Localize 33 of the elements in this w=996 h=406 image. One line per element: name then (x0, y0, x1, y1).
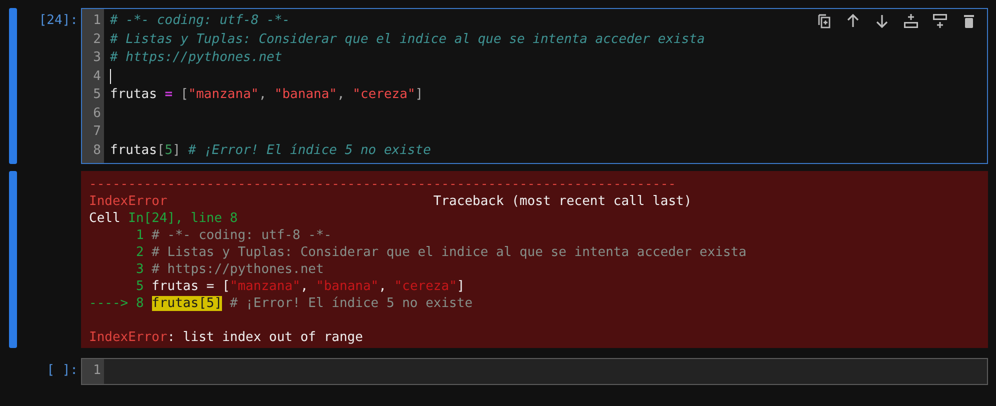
line-number: 1 (92, 12, 102, 30)
line-number: 1 (92, 362, 102, 380)
traceback-line: --------------------------------------------------------------------------- (89, 177, 676, 192)
traceback-line: IndexError: list index out of range (89, 330, 363, 345)
traceback-line: 3 # https://pythones.net (134, 262, 324, 277)
line-number: 5 (92, 86, 102, 104)
line-number: 2 (92, 30, 102, 48)
down-arrow-icon[interactable] (874, 13, 890, 29)
code-line: frutas[5] # ¡Error! El índice 5 no existe (110, 142, 431, 160)
line-number: 3 (92, 49, 102, 67)
traceback-line: 1 # -*- coding: utf-8 -*- (134, 228, 332, 243)
code-line: # https://pythones.net (110, 49, 282, 67)
traceback-line: ----> 8 frutas[5] # ¡Error! El índice 5 no existe (89, 296, 473, 311)
code-editor[interactable] (81, 8, 988, 164)
code-editor[interactable]: 1 (81, 358, 988, 384)
line-number: 7 (92, 123, 102, 141)
line-number: 4 (92, 68, 102, 86)
insert-above-icon[interactable] (903, 13, 919, 29)
up-arrow-icon[interactable] (845, 13, 861, 29)
traceback-line: 5 frutas = ["manzana", "banana", "cereza"] (134, 279, 465, 294)
code-line: frutas = ["manzana", "banana", "cereza"] (110, 86, 424, 104)
cell-prompt: [ ]: (46, 362, 78, 380)
traceback-line: IndexError Traceback (most recent call last) (89, 194, 692, 209)
traceback-line: Cell In[24], line 8 (89, 211, 238, 226)
code-line: # Listas y Tuplas: Considerar que el indice al que se intenta acceder exista (110, 30, 705, 48)
trash-icon[interactable] (961, 13, 977, 29)
code-line: # -*- coding: utf-8 -*- (110, 12, 290, 30)
duplicate-icon[interactable] (816, 13, 832, 29)
traceback-line: 2 # Listas y Tuplas: Considerar que el indice al que se intenta acceder exista (134, 245, 746, 260)
insert-below-icon[interactable] (932, 13, 948, 29)
line-number: 8 (92, 142, 102, 160)
cell-prompt: [24]: (38, 12, 78, 30)
line-number: 6 (92, 104, 102, 122)
